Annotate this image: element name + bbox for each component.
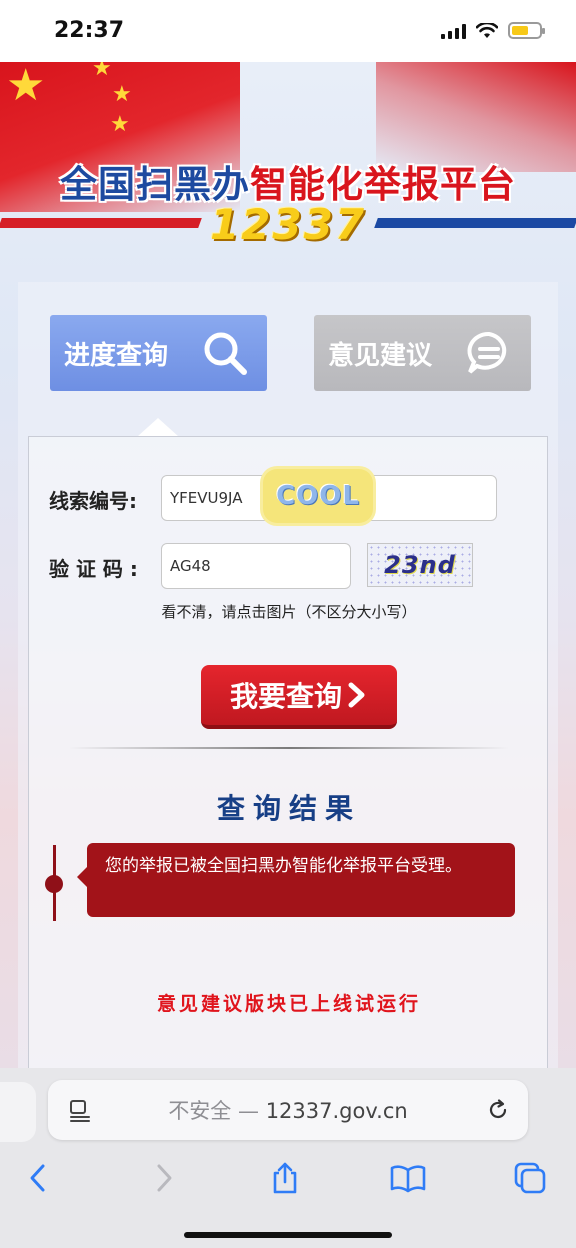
captcha-image[interactable]: 23nd <box>367 543 473 587</box>
cool-sticker: COOL <box>263 469 373 523</box>
query-form: 线索编号: YFEVU9JA COOL 验 证 码 : AG48 23nd 看不… <box>28 436 548 1068</box>
chat-bubble-icon <box>467 331 507 374</box>
bookmarks-icon[interactable] <box>390 1160 426 1196</box>
captcha-hint: 看不清，请点击图片（不区分大小写） <box>161 603 417 621</box>
url-text: 不安全 — 12337.gov.cn <box>168 1095 407 1125</box>
tabs-icon[interactable] <box>512 1160 548 1196</box>
wifi-icon <box>476 22 498 38</box>
star-icon: ★ <box>92 62 112 81</box>
sticker-text: COOL <box>276 481 360 511</box>
tab-label: 意见建议 <box>328 340 433 371</box>
chevron-right-icon <box>348 682 365 708</box>
divider <box>69 747 509 749</box>
star-icon: ★ <box>110 112 130 137</box>
tab-label: 进度查询 <box>64 340 169 371</box>
page-menu-icon[interactable] <box>68 1098 92 1122</box>
browser-chrome: 不安全 — 12337.gov.cn <box>0 1068 576 1248</box>
tab-feedback[interactable]: 意见建议 <box>314 315 531 391</box>
forward-icon[interactable] <box>146 1160 182 1196</box>
cellular-signal-icon <box>441 23 466 39</box>
main-panel: 进度查询 意见建议 线索编号: YFEVU9JA COOL 验 证 码 : AG… <box>18 282 558 1068</box>
back-icon[interactable] <box>20 1160 56 1196</box>
security-label: 不安全 — <box>168 1099 259 1123</box>
status-bar: 22:37 <box>0 0 576 62</box>
previous-tab[interactable] <box>0 1082 36 1142</box>
battery-icon <box>508 22 545 39</box>
clue-label: 线索编号: <box>49 489 137 513</box>
home-indicator <box>184 1232 392 1238</box>
result-message: 您的举报已被全国扫黑办智能化举报平台受理。 <box>77 843 515 917</box>
tab-progress-query[interactable]: 进度查询 <box>50 315 267 391</box>
reload-icon[interactable] <box>486 1098 510 1122</box>
browser-toolbar <box>0 1154 576 1204</box>
status-icons <box>441 22 545 39</box>
captcha-text: 23nd <box>384 551 456 579</box>
captcha-label: 验 证 码 : <box>49 557 138 581</box>
tab-pointer <box>138 418 178 436</box>
address-bar[interactable]: 不安全 — 12337.gov.cn <box>48 1080 528 1140</box>
domain-text: 12337.gov.cn <box>265 1099 408 1123</box>
star-icon: ★ <box>112 82 132 107</box>
web-page: ★ ★ ★ ★ 全国扫黑办智能化举报平台 12337 进度查询 意见建议 线索编… <box>0 62 576 1068</box>
header-banner: ★ ★ ★ ★ 全国扫黑办智能化举报平台 12337 <box>0 62 576 272</box>
status-time: 22:37 <box>54 18 125 43</box>
submit-query-button[interactable]: 我要查询 <box>201 665 397 729</box>
search-icon <box>204 332 247 375</box>
result-title: 查询结果 <box>216 792 361 825</box>
share-icon[interactable] <box>267 1160 303 1196</box>
star-icon: ★ <box>6 62 46 111</box>
notice-text: 意见建议版块已上线试运行 <box>156 993 421 1015</box>
submit-label: 我要查询 <box>229 680 342 713</box>
hotline-number: 12337 <box>209 200 367 249</box>
captcha-input[interactable]: AG48 <box>161 543 351 589</box>
timeline-dot <box>45 875 63 893</box>
